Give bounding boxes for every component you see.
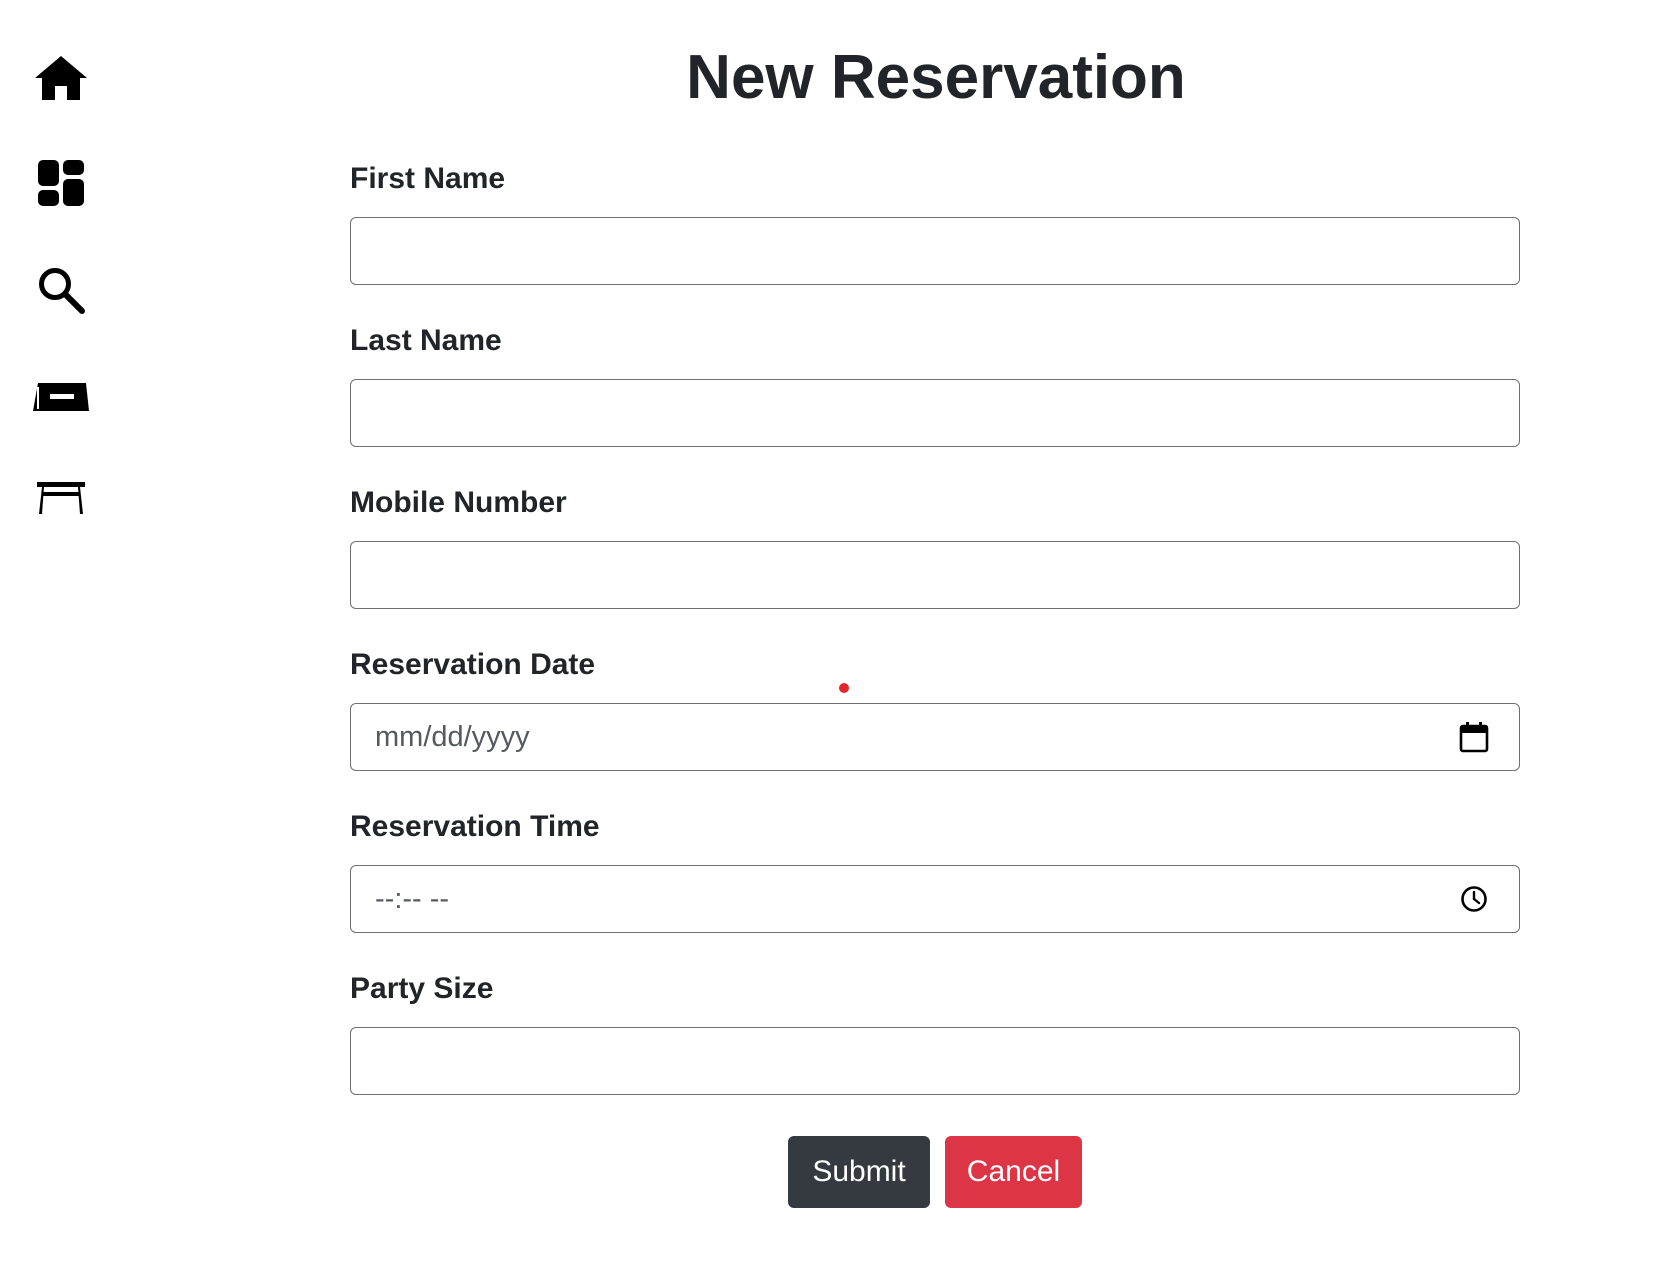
party-size-field[interactable] xyxy=(350,1027,1520,1095)
sidebar-nav xyxy=(0,0,130,1262)
first-name-field[interactable] xyxy=(350,217,1520,285)
dashboard-icon xyxy=(38,160,84,206)
party-size-input[interactable] xyxy=(351,1028,1519,1094)
cursor-marker xyxy=(839,683,849,693)
sidebar-item-dashboard[interactable] xyxy=(26,148,96,218)
cancel-button[interactable]: Cancel xyxy=(945,1136,1082,1208)
clock-icon[interactable] xyxy=(1457,882,1491,916)
sidebar-item-tables[interactable] xyxy=(26,463,96,533)
reservation-time-label: Reservation Time xyxy=(350,810,600,843)
sidebar-item-reservations[interactable] xyxy=(26,362,96,432)
reservation-date-placeholder: mm/dd/yyyy xyxy=(375,721,530,753)
home-icon xyxy=(35,56,87,100)
party-size-label: Party Size xyxy=(350,972,494,1005)
reservation-ticket-icon xyxy=(33,383,89,411)
submit-button[interactable]: Submit xyxy=(788,1136,930,1208)
reservation-time-placeholder: --:-- -- xyxy=(375,883,450,915)
last-name-input[interactable] xyxy=(351,380,1519,446)
last-name-label: Last Name xyxy=(350,324,502,357)
mobile-number-input[interactable] xyxy=(351,542,1519,608)
reservation-date-label: Reservation Date xyxy=(350,648,596,681)
search-icon xyxy=(39,268,85,314)
table-icon xyxy=(37,482,85,514)
calendar-icon[interactable] xyxy=(1457,720,1491,754)
first-name-label: First Name xyxy=(350,162,506,195)
sidebar-item-home[interactable] xyxy=(26,43,96,113)
page-title: New Reservation xyxy=(686,43,1186,112)
mobile-number-label: Mobile Number xyxy=(350,486,567,519)
mobile-number-field[interactable] xyxy=(350,541,1520,609)
reservation-time-field[interactable]: --:-- -- xyxy=(350,865,1520,933)
first-name-input[interactable] xyxy=(351,218,1519,284)
last-name-field[interactable] xyxy=(350,379,1520,447)
reservation-date-field[interactable]: mm/dd/yyyy xyxy=(350,703,1520,771)
sidebar-item-search[interactable] xyxy=(26,255,96,325)
